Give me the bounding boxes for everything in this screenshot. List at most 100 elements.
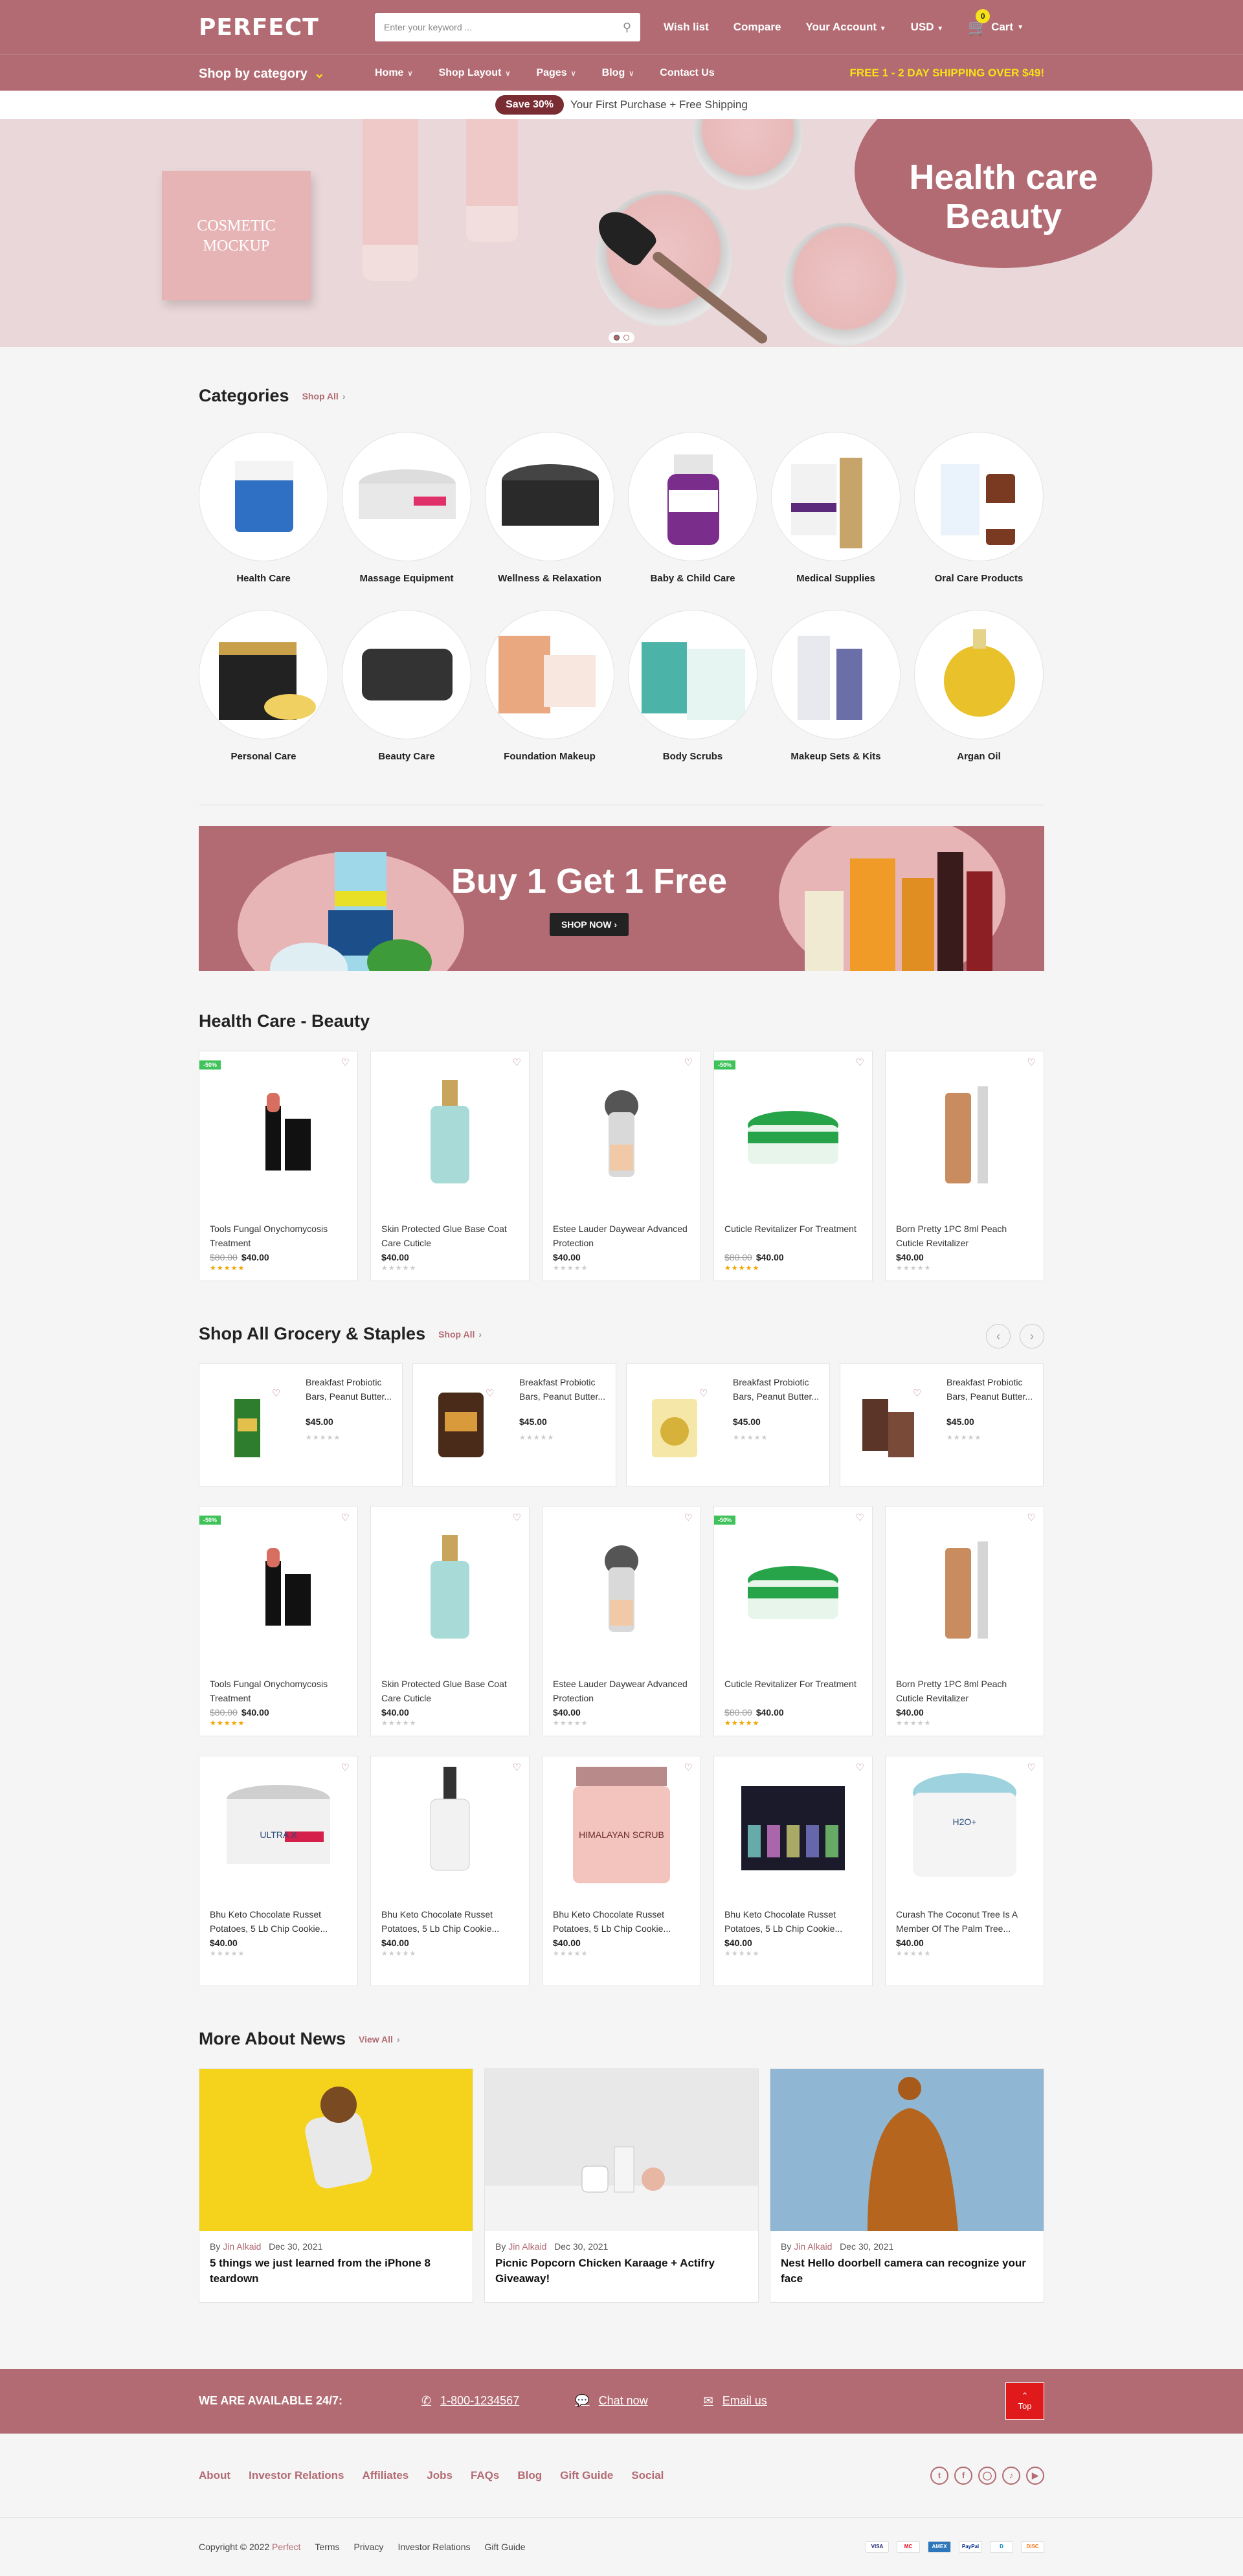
category-label[interactable]: Baby & Child Care: [628, 573, 757, 584]
product-card[interactable]: -50% ♡ Tools Fungal Onychomycosis Treatmen…: [199, 1051, 358, 1281]
category-label[interactable]: Wellness & Relaxation: [485, 573, 614, 584]
news-title[interactable]: 5 things we just learned from the iPhone…: [199, 2252, 473, 2302]
prev-arrow-icon[interactable]: ‹: [986, 1324, 1011, 1349]
youtube-icon[interactable]: ▶: [1026, 2466, 1044, 2485]
copyright-brand[interactable]: Perfect: [272, 2542, 300, 2552]
heart-icon[interactable]: ♡: [856, 1762, 864, 1773]
grocery-shop-all-link[interactable]: Shop All ›: [438, 1329, 482, 1339]
product-name[interactable]: Born Pretty 1PC 8ml Peach Cuticle Revita…: [896, 1677, 1033, 1706]
news-card[interactable]: By Jin Alkaid Dec 30, 2021 Nest Hello doo…: [770, 2068, 1044, 2303]
product-image[interactable]: [896, 1522, 1033, 1652]
site-logo[interactable]: PERFECT: [199, 14, 375, 41]
product-card[interactable]: ♡ Skin Protected Glue Base Coat Care Cuti…: [370, 1051, 530, 1281]
news-title[interactable]: Nest Hello doorbell camera can recognize…: [770, 2252, 1044, 2302]
product-card[interactable]: ♡ H2O+ Curash The Coconut Tree Is A Member…: [885, 1756, 1044, 1986]
heart-icon[interactable]: ♡: [341, 1512, 350, 1523]
heart-icon[interactable]: ♡: [856, 1057, 864, 1068]
heart-icon[interactable]: ♡: [513, 1512, 521, 1523]
slider-dot[interactable]: [623, 335, 629, 341]
category-label[interactable]: Oral Care Products: [914, 573, 1044, 584]
category-image[interactable]: [342, 432, 471, 561]
category-item[interactable]: Health Care: [199, 432, 328, 584]
category-label[interactable]: Health Care: [199, 573, 328, 584]
product-image[interactable]: H2O+: [896, 1760, 1033, 1890]
product-card[interactable]: -50% ♡ Cuticle Revitalizer For Treatment $8…: [713, 1051, 873, 1281]
category-item[interactable]: Foundation Makeup: [485, 610, 614, 762]
category-item[interactable]: Personal Care: [199, 610, 328, 762]
news-image[interactable]: [199, 2069, 473, 2231]
mini-product-name[interactable]: Breakfast Probiotic Bars, Peanut Butter.…: [946, 1376, 1034, 1404]
category-label[interactable]: Argan Oil: [914, 751, 1044, 762]
footer-link[interactable]: Investor Relations: [249, 2469, 344, 2482]
category-label[interactable]: Personal Care: [199, 751, 328, 762]
search-input[interactable]: Enter your keyword ...: [384, 22, 623, 32]
currency-menu[interactable]: USD ▼: [911, 21, 944, 34]
category-item[interactable]: Makeup Sets & Kits: [771, 610, 901, 762]
product-image[interactable]: [896, 1067, 1033, 1196]
heart-icon[interactable]: ♡: [684, 1512, 693, 1523]
phone-link[interactable]: ✆ 1-800-1234567: [421, 2394, 519, 2408]
news-image[interactable]: [485, 2069, 758, 2231]
footer-link[interactable]: FAQs: [471, 2469, 499, 2482]
category-label[interactable]: Body Scrubs: [628, 751, 757, 762]
product-image[interactable]: HIMALAYAN SCRUB: [553, 1760, 690, 1890]
nav-item-blog[interactable]: Blog ∨: [602, 67, 634, 79]
product-image[interactable]: [381, 1067, 519, 1196]
product-image[interactable]: [553, 1522, 690, 1652]
mini-product-card[interactable]: ♡ Breakfast Probiotic Bars, Peanut Butter…: [199, 1363, 403, 1486]
footer-link[interactable]: About: [199, 2469, 230, 2482]
heart-icon[interactable]: ♡: [684, 1762, 693, 1773]
product-image[interactable]: [210, 1067, 347, 1196]
product-card[interactable]: ♡ Skin Protected Glue Base Coat Care Cuti…: [370, 1506, 530, 1736]
heart-icon[interactable]: ♡: [1027, 1057, 1036, 1068]
investor-relations-link[interactable]: Investor Relations: [398, 2542, 470, 2552]
news-title[interactable]: Picnic Popcorn Chicken Karaage + Actifry…: [485, 2252, 758, 2302]
product-card[interactable]: ♡ Estee Lauder Daywear Advanced Protectio…: [542, 1506, 701, 1736]
product-image[interactable]: [724, 1522, 862, 1652]
twitter-icon[interactable]: t: [930, 2466, 948, 2485]
nav-item-home[interactable]: Home ∨: [375, 67, 413, 79]
category-image[interactable]: [914, 610, 1044, 739]
mini-product-name[interactable]: Breakfast Probiotic Bars, Peanut Butter.…: [519, 1376, 607, 1404]
heart-icon[interactable]: ♡: [272, 1387, 280, 1399]
product-name[interactable]: Bhu Keto Chocolate Russet Potatoes, 5 Lb…: [210, 1908, 347, 1936]
mini-product-card[interactable]: ♡ Breakfast Probiotic Bars, Peanut Butter…: [626, 1363, 830, 1486]
product-name[interactable]: Bhu Keto Chocolate Russet Potatoes, 5 Lb…: [553, 1908, 690, 1936]
category-image[interactable]: [628, 610, 757, 739]
category-item[interactable]: Beauty Care: [342, 610, 471, 762]
product-card[interactable]: ♡ Estee Lauder Daywear Advanced Protectio…: [542, 1051, 701, 1281]
product-image[interactable]: [381, 1522, 519, 1652]
category-item[interactable]: Oral Care Products: [914, 432, 1044, 584]
news-card[interactable]: By Jin Alkaid Dec 30, 2021 5 things we ju…: [199, 2068, 473, 2303]
footer-link[interactable]: Jobs: [427, 2469, 453, 2482]
category-image[interactable]: [485, 610, 614, 739]
product-card[interactable]: ♡ Bhu Keto Chocolate Russet Potatoes, 5 L…: [370, 1756, 530, 1986]
category-label[interactable]: Medical Supplies: [771, 573, 901, 584]
category-image[interactable]: [771, 610, 901, 739]
product-card[interactable]: -50% ♡ Cuticle Revitalizer For Treatment $8…: [713, 1506, 873, 1736]
category-label[interactable]: Massage Equipment: [342, 573, 471, 584]
shop-by-category-button[interactable]: Shop by category ⌄: [199, 65, 375, 82]
category-label[interactable]: Foundation Makeup: [485, 751, 614, 762]
news-view-all-link[interactable]: View All ›: [359, 2034, 400, 2044]
product-name[interactable]: Estee Lauder Daywear Advanced Protection: [553, 1222, 690, 1251]
product-card[interactable]: ♡ ULTRA X Bhu Keto Chocolate Russet Potato…: [199, 1756, 358, 1986]
product-name[interactable]: Curash The Coconut Tree Is A Member Of T…: [896, 1908, 1033, 1936]
product-name[interactable]: Bhu Keto Chocolate Russet Potatoes, 5 Lb…: [381, 1908, 519, 1936]
terms-link[interactable]: Terms: [315, 2542, 339, 2552]
category-image[interactable]: [771, 432, 901, 561]
gift-guide-link[interactable]: Gift Guide: [485, 2542, 526, 2552]
product-image[interactable]: [553, 1067, 690, 1196]
instagram-icon[interactable]: ◯: [978, 2466, 996, 2485]
shop-now-button[interactable]: SHOP NOW ›: [549, 913, 629, 936]
news-image[interactable]: [770, 2069, 1044, 2231]
footer-link[interactable]: Affiliates: [362, 2469, 409, 2482]
product-name[interactable]: Cuticle Revitalizer For Treatment: [724, 1677, 862, 1706]
product-name[interactable]: Tools Fungal Onychomycosis Treatment: [210, 1677, 347, 1706]
product-image[interactable]: [724, 1760, 862, 1890]
heart-icon[interactable]: ♡: [341, 1057, 350, 1068]
category-item[interactable]: Medical Supplies: [771, 432, 901, 584]
account-menu[interactable]: Your Account ▼: [805, 21, 886, 34]
category-label[interactable]: Makeup Sets & Kits: [771, 751, 901, 762]
news-author[interactable]: Jin Alkaid: [223, 2241, 261, 2252]
